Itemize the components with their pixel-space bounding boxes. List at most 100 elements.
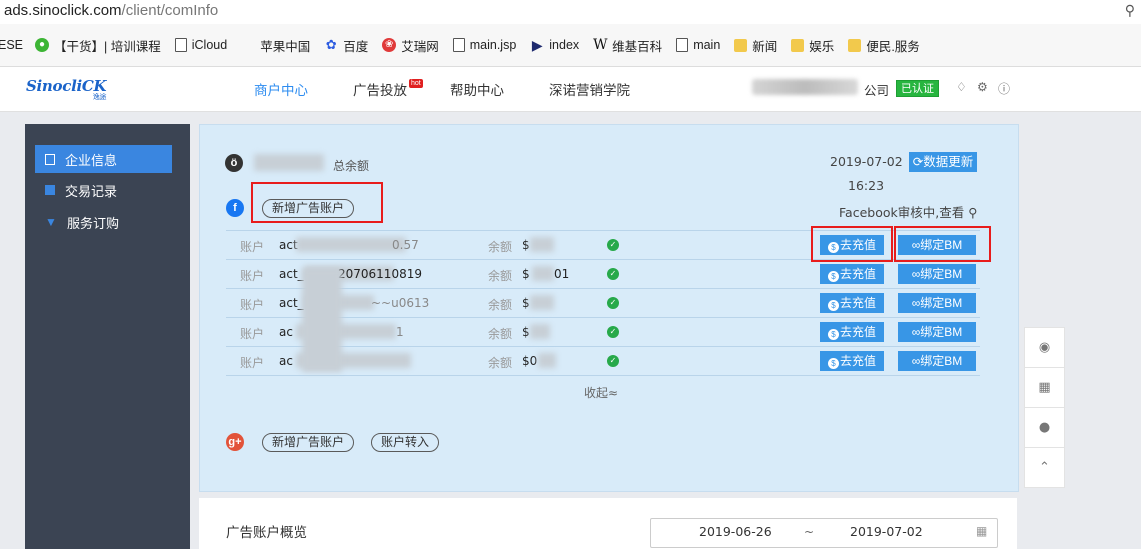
- bookmark-entertainment[interactable]: 娱乐: [791, 36, 834, 55]
- help-icon[interactable]: ⓘ: [998, 80, 1010, 97]
- facebook-review-status[interactable]: Facebook审核中,查看 ⚲: [839, 202, 977, 221]
- link-icon: ∞: [911, 296, 921, 310]
- dollar-icon: $: [827, 329, 839, 340]
- calendar-icon[interactable]: ▦: [976, 524, 987, 538]
- refresh-data-button[interactable]: ⟳数据更新: [909, 152, 977, 172]
- zoom-icon[interactable]: ⚲: [1125, 3, 1135, 19]
- eye-icon[interactable]: ◉: [1024, 327, 1065, 367]
- url-text[interactable]: ads.sinoclick.com/client/comInfo: [4, 2, 218, 19]
- check-icon: ✓: [607, 297, 619, 309]
- check-icon: ✓: [607, 326, 619, 338]
- bookmark-wikipedia[interactable]: W 维基百科: [593, 36, 662, 55]
- bind-bm-button[interactable]: ∞绑定BM: [898, 264, 976, 284]
- building-icon: [45, 153, 55, 165]
- amount-redacted: [530, 237, 554, 252]
- check-icon: ✓: [607, 268, 619, 280]
- folder-icon: [734, 38, 748, 52]
- money-bag-icon: ö: [225, 154, 243, 172]
- facebook-icon: f: [226, 199, 244, 217]
- redaction-overlay: [302, 268, 342, 372]
- bookmark-apple[interactable]: 苹果中国: [241, 36, 310, 55]
- google-plus-icon: g+: [226, 433, 244, 451]
- transfer-account-button[interactable]: 账户转入: [371, 433, 440, 452]
- balance-redacted: [254, 154, 324, 171]
- link-icon: ∞: [911, 267, 921, 281]
- amount-redacted: [530, 295, 554, 310]
- recharge-button[interactable]: $ 去充值: [820, 322, 884, 342]
- add-google-account-button[interactable]: 新增广告账户: [262, 433, 355, 452]
- bind-bm-button[interactable]: ∞绑定BM: [898, 351, 976, 371]
- check-icon: ✓: [607, 355, 619, 367]
- bookmark-iresearch[interactable]: ❀ 艾瑞网: [382, 36, 439, 55]
- bookmark-news[interactable]: 新闻: [734, 36, 777, 55]
- nav-help-center[interactable]: 帮助中心: [450, 79, 504, 99]
- company-suffix: 公司: [864, 83, 890, 98]
- sidebar: 企业信息 交易记录 ▼ 服务订购: [25, 124, 190, 549]
- qrcode-icon[interactable]: ▦: [1024, 367, 1065, 407]
- bookmark-mainjsp[interactable]: main.jsp: [452, 38, 516, 52]
- bookmark-services[interactable]: 便民.服务: [848, 36, 920, 55]
- date-start[interactable]: 2019-06-26: [699, 524, 772, 539]
- bookmark-ganhuo[interactable]: ● 【干货】| 培训课程: [35, 36, 161, 55]
- overview-title: 广告账户概览: [226, 525, 307, 541]
- page-icon: [452, 38, 465, 52]
- bookmark-index[interactable]: ▶ index: [530, 38, 579, 52]
- check-icon: ✓: [607, 239, 619, 251]
- sinoclick-logo[interactable]: SinocliCK 逸途: [26, 77, 107, 102]
- refresh-icon: ⟳: [912, 155, 924, 169]
- flag-icon: ▶: [531, 37, 543, 53]
- bind-bm-button[interactable]: ∞绑定BM: [898, 322, 976, 342]
- amount-redacted: [530, 324, 550, 339]
- recharge-button[interactable]: $ 去充值: [820, 351, 884, 371]
- sidebar-item-service-order[interactable]: ▼ 服务订购: [35, 208, 172, 236]
- bell-icon[interactable]: ♢: [956, 80, 967, 94]
- link-icon: ∞: [911, 354, 921, 368]
- apple-icon: [241, 38, 255, 52]
- bind-bm-button[interactable]: ∞绑定BM: [898, 293, 976, 313]
- bookmark-baidu[interactable]: ✿ 百度: [324, 36, 368, 55]
- folder-icon: [791, 38, 805, 52]
- sidebar-item-transactions[interactable]: 交易记录: [35, 176, 172, 204]
- sidebar-item-company-info[interactable]: 企业信息: [35, 145, 172, 173]
- amount-redacted: [538, 353, 556, 368]
- bookmark-ese[interactable]: ESE: [0, 38, 23, 52]
- nav-merchant-center[interactable]: 商户中心: [254, 79, 308, 99]
- date-range-picker[interactable]: 2019-06-26 ~ 2019-07-02 ▦: [650, 518, 998, 548]
- bookmark-icloud[interactable]: iCloud: [174, 38, 227, 52]
- search-icon: ⚲: [964, 205, 978, 220]
- total-balance-label: 总余额: [333, 159, 370, 173]
- gear-icon[interactable]: ⚙: [977, 80, 988, 94]
- bookmarks-bar: ESE ● 【干货】| 培训课程 iCloud 苹果中国 ✿ 百度 ❀ 艾瑞网 mai…: [0, 24, 1141, 67]
- update-time: 16:23: [848, 178, 885, 193]
- collapse-toggle[interactable]: 收起≈: [584, 384, 618, 401]
- link-icon: ∞: [911, 325, 921, 339]
- amount-redacted: [532, 266, 554, 281]
- page-icon: [174, 38, 187, 52]
- top-nav: SinocliCK 逸途 商户中心 广告投放 hot 帮助中心 深诺营销学院: [0, 67, 1141, 112]
- account-id-redacted: [296, 237, 406, 252]
- iresearch-icon: ❀: [382, 38, 397, 52]
- update-date: 2019-07-02: [830, 154, 903, 169]
- verified-badge: 已认证: [896, 80, 939, 97]
- document-icon: [45, 185, 55, 195]
- highlight-box: [811, 226, 893, 262]
- back-to-top-icon[interactable]: ⌃: [1024, 447, 1065, 488]
- hot-badge: hot: [409, 79, 423, 88]
- bookmark-main[interactable]: main: [676, 38, 720, 52]
- date-end[interactable]: 2019-07-02: [850, 524, 923, 539]
- folder-icon: [848, 38, 862, 52]
- highlight-box: [251, 182, 383, 223]
- dollar-icon: $: [827, 300, 839, 311]
- highlight-box: [894, 226, 991, 262]
- nav-marketing-academy[interactable]: 深诺营销学院: [549, 79, 630, 99]
- chat-icon[interactable]: ●: [1024, 407, 1065, 447]
- recharge-button[interactable]: $ 去充值: [820, 293, 884, 313]
- dollar-icon: $: [827, 358, 839, 369]
- company-name-redacted: [752, 79, 858, 95]
- cart-icon: ▼: [45, 215, 57, 229]
- address-bar[interactable]: ads.sinoclick.com/client/comInfo ⚲: [0, 0, 1141, 24]
- recharge-button[interactable]: $ 去充值: [820, 264, 884, 284]
- wikipedia-icon: W: [593, 37, 608, 53]
- nav-ad-delivery[interactable]: 广告投放 hot: [353, 79, 423, 99]
- baidu-icon: ✿: [325, 37, 337, 52]
